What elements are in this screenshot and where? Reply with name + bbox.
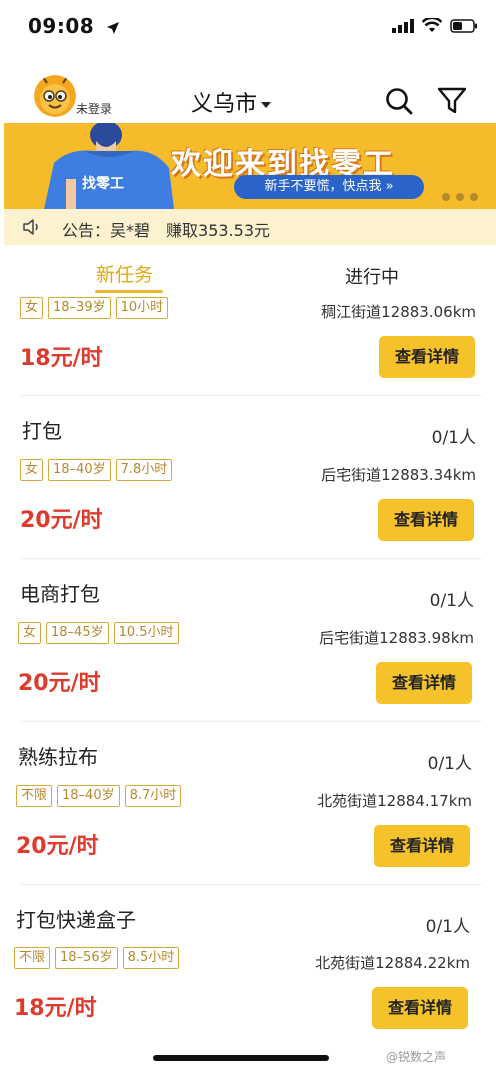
job-tags: 女 18–45岁 10.5小时 [18,622,179,644]
gender-tag: 不限 [14,947,51,969]
promo-banner[interactable]: 找零工 欢迎来到找零工 新手不要慌，快点我 » [4,123,496,209]
hours-tag: 7.8小时 [115,459,173,481]
login-label[interactable]: 未登录 [76,100,112,117]
watermark: @锐数之声 [386,1050,447,1064]
city-selector[interactable]: 义乌市 [191,86,272,118]
wifi-icon [421,16,443,37]
job-wage: 20元/时 [20,508,103,533]
job-location: 北苑街道12884.22km [315,954,470,972]
job-wage: 18元/时 [14,996,97,1021]
announcement-text: 公告：吴*碧 赚取353.53元 [62,217,270,241]
signal-icon [392,18,414,37]
hours-tag: 10.5小时 [113,622,179,644]
city-name: 义乌市 [191,92,258,117]
banner-pagination-dots [442,193,478,201]
banner-shirt-text: 找零工 [82,176,124,192]
job-title: 熟练拉布 [18,745,98,769]
job-title: 打包 [22,419,62,443]
age-tag: 18–40岁 [57,785,120,807]
dropdown-caret-icon [261,90,272,115]
age-tag: 18–45岁 [46,622,109,644]
announcement-label: 公告：吴*碧 [62,221,151,240]
hours-tag: 8.7小时 [124,785,182,807]
filter-icon[interactable] [436,86,468,116]
divider [20,721,482,722]
age-tag: 18–40岁 [48,459,111,481]
status-icons [392,16,478,37]
job-tags: 不限 18–40岁 8.7小时 [16,785,182,807]
job-headcount: 0/1人 [425,917,470,937]
gender-tag: 女 [20,459,44,481]
battery-icon [450,18,478,37]
job-headcount: 0/1人 [431,428,476,448]
gender-tag: 女 [18,622,42,644]
home-indicator[interactable] [153,1055,329,1061]
banner-person-illustration [44,123,174,209]
job-wage: 20元/时 [18,671,101,696]
job-tags: 不限 18–56岁 8.5小时 [14,947,180,969]
tab-active-indicator [95,290,163,293]
divider [20,395,482,396]
job-wage: 20元/时 [16,834,99,859]
view-details-button[interactable]: 查看详情 [376,662,472,704]
gender-tag: 女 [20,297,44,319]
job-location: 北苑街道12884.17km [317,792,472,810]
job-wage: 18元/时 [20,346,103,371]
job-headcount: 0/1人 [427,754,472,774]
announcement-bar: 公告：吴*碧 赚取353.53元 [4,209,496,245]
location-arrow-icon [106,16,120,40]
hours-tag: 10小时 [115,297,169,319]
divider [20,884,482,885]
job-location: 后宅街道12883.98km [319,629,474,647]
age-tag: 18–56岁 [55,947,118,969]
job-location: 稠江街道12883.06km [321,303,476,321]
job-tags: 女 18–39岁 10小时 [20,297,169,319]
job-title: 打包快递盒子 [16,908,136,932]
age-tag: 18–39岁 [48,297,111,319]
job-location: 后宅街道12883.34km [321,466,476,484]
status-time-text: 09:08 [28,14,95,38]
view-details-button[interactable]: 查看详情 [378,499,474,541]
tab-ongoing[interactable]: 进行中 [345,263,399,289]
status-time: 09:08 [28,14,120,40]
tab-new-tasks[interactable]: 新任务 [96,260,153,287]
speaker-icon [22,217,42,237]
view-details-button[interactable]: 查看详情 [372,987,468,1029]
job-title: 电商打包 [20,582,100,606]
job-tags: 女 18–40岁 7.8小时 [20,459,173,481]
job-headcount: 0/1人 [429,591,474,611]
gender-tag: 不限 [16,785,53,807]
search-icon[interactable] [384,86,414,116]
announcement-earnings: 赚取353.53元 [166,221,271,240]
divider [20,558,482,559]
hours-tag: 8.5小时 [122,947,180,969]
view-details-button[interactable]: 查看详情 [374,825,470,867]
view-details-button[interactable]: 查看详情 [379,336,475,378]
banner-cta-button[interactable]: 新手不要慌，快点我 » [234,175,424,199]
avatar[interactable] [34,75,76,117]
